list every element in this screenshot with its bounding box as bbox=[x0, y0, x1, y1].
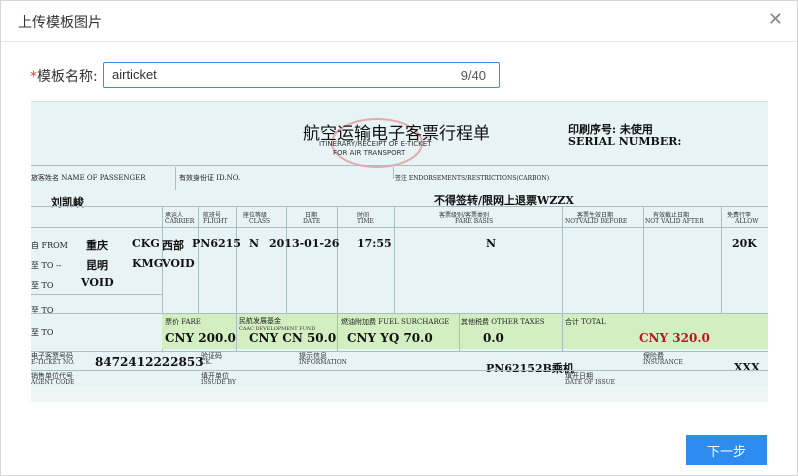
col-flight-en: FLIGHT bbox=[203, 218, 228, 225]
agent-label-en: AGENT CODE bbox=[31, 379, 75, 386]
issued-label-en: ISSUDE BY bbox=[201, 379, 236, 386]
caac-label: 民航发展基金 bbox=[239, 317, 281, 325]
id-label: 有效身份证 ID.NO. bbox=[179, 174, 241, 182]
dialog-title: 上传模板图片 bbox=[18, 15, 102, 31]
total-value: CNY 320.0 bbox=[639, 331, 710, 345]
required-mark: * bbox=[30, 69, 37, 85]
col-class-en: CLASS bbox=[249, 218, 271, 225]
next-button[interactable]: 下一步 bbox=[686, 435, 767, 465]
fare-label: 票价 FARE bbox=[165, 318, 201, 326]
to-city-2: VOID bbox=[81, 276, 114, 289]
to-label-1: 至 TO -- bbox=[31, 261, 62, 270]
fare-basis-1: N bbox=[486, 237, 497, 250]
total-label: 合计 TOTAL bbox=[565, 318, 606, 326]
endorse-label: 签注 ENDORSEMENTS/RESTRICTIONS(CARBON) bbox=[395, 175, 550, 182]
template-name-label: *模板名称: bbox=[30, 69, 98, 85]
time-1: 17:55 bbox=[357, 237, 392, 250]
close-icon[interactable]: ✕ bbox=[768, 9, 783, 31]
from-code: CKG bbox=[132, 237, 160, 250]
col-time-en: TIME bbox=[357, 218, 374, 225]
from-label: 自 FROM bbox=[31, 241, 68, 250]
carrier-1: 西部 bbox=[162, 239, 184, 252]
other-label: 其他税费 OTHER TAXES bbox=[461, 318, 545, 326]
to-label-3: 至 TO bbox=[31, 306, 54, 315]
col-notafter-en: NOT VALID AFTER bbox=[645, 218, 704, 225]
from-city: 重庆 bbox=[86, 239, 108, 252]
col-allow-en: ALLOW bbox=[735, 218, 759, 225]
template-name-field[interactable]: 9/40 bbox=[103, 62, 500, 88]
col-fare-en: FARE BASIS bbox=[455, 218, 494, 225]
to-city-1: 昆明 bbox=[86, 259, 108, 272]
to-label-2: 至 TO bbox=[31, 281, 54, 290]
insurance-value: XXX bbox=[734, 361, 760, 374]
eticket-label-en: E-TICKET NO. bbox=[31, 359, 75, 366]
ticket-footer-strip bbox=[31, 387, 768, 402]
flight-1: PN6215 bbox=[192, 237, 241, 250]
allow-1: 20K bbox=[732, 237, 757, 250]
ticket-image: 航空运输电子客票行程单 ITINERARY/RECEIPT OF E-TICKE… bbox=[31, 101, 768, 402]
ticket-title-en2: FOR AIR TRANSPORT bbox=[333, 149, 406, 157]
info-label-en: INFORMATION bbox=[299, 359, 347, 366]
class-1: N bbox=[249, 237, 260, 250]
col-date-en: DATE bbox=[303, 218, 321, 225]
serial-en: SERIAL NUMBER: bbox=[568, 135, 682, 148]
date-1: 2013-01-26 bbox=[269, 237, 340, 250]
passenger-label: 旅客姓名 NAME OF PASSENGER bbox=[31, 174, 146, 182]
other-value: 0.0 bbox=[483, 331, 504, 345]
col-carrier-en: CARRIER bbox=[165, 218, 195, 225]
char-counter: 9/40 bbox=[460, 68, 486, 83]
eticket-value: 8472412222853 bbox=[95, 355, 204, 369]
col-notbefore-en: NOTVALID BEFORE bbox=[565, 218, 628, 225]
fare-value: CNY 200.0 bbox=[165, 331, 236, 345]
dialog-header: 上传模板图片 ✕ bbox=[1, 1, 797, 42]
ticket-title-en1: ITINERARY/RECEIPT OF E-TICKET bbox=[319, 140, 432, 148]
fuel-value: CNY YQ 70.0 bbox=[347, 331, 433, 345]
to-label-4: 至 TO bbox=[31, 328, 54, 337]
passenger-name: 刘凯峻 bbox=[51, 196, 84, 209]
template-name-input[interactable] bbox=[112, 67, 432, 82]
ck-label-en: CK. bbox=[201, 359, 212, 366]
upload-template-dialog: 上传模板图片 ✕ *模板名称: 9/40 航空运输电子客票行程单 ITINERA… bbox=[0, 0, 798, 476]
date-issue-label-en: DATE OF ISSUE bbox=[565, 379, 616, 386]
info-value: PN62152B乘机 bbox=[486, 362, 574, 375]
insurance-label-en: INSURANCE bbox=[643, 359, 683, 366]
fuel-label: 燃油附加费 FUEL SURCHARGE bbox=[341, 318, 450, 326]
caac-value: CNY CN 50.0 bbox=[249, 331, 337, 345]
carrier-2: VOID bbox=[162, 257, 195, 270]
to-code-1: KMG bbox=[132, 257, 164, 270]
